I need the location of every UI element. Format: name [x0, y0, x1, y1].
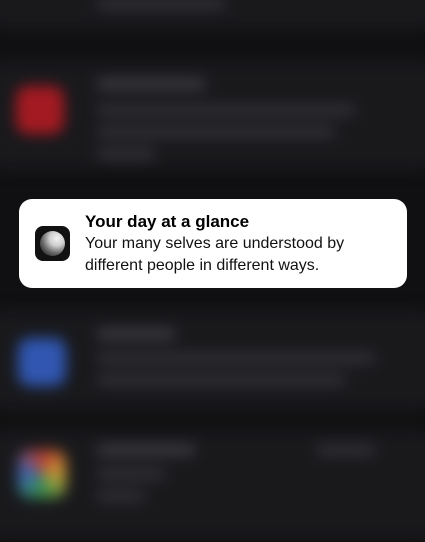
moon-icon — [40, 231, 65, 256]
notification-content: Your day at a glance Your many selves ar… — [85, 211, 385, 277]
notification-title: Your day at a glance — [85, 212, 250, 231]
moon-app-icon — [35, 226, 70, 261]
notification-card[interactable]: Your day at a glance Your many selves ar… — [19, 199, 407, 288]
notification-body: Your many selves are understood by diffe… — [85, 235, 345, 274]
